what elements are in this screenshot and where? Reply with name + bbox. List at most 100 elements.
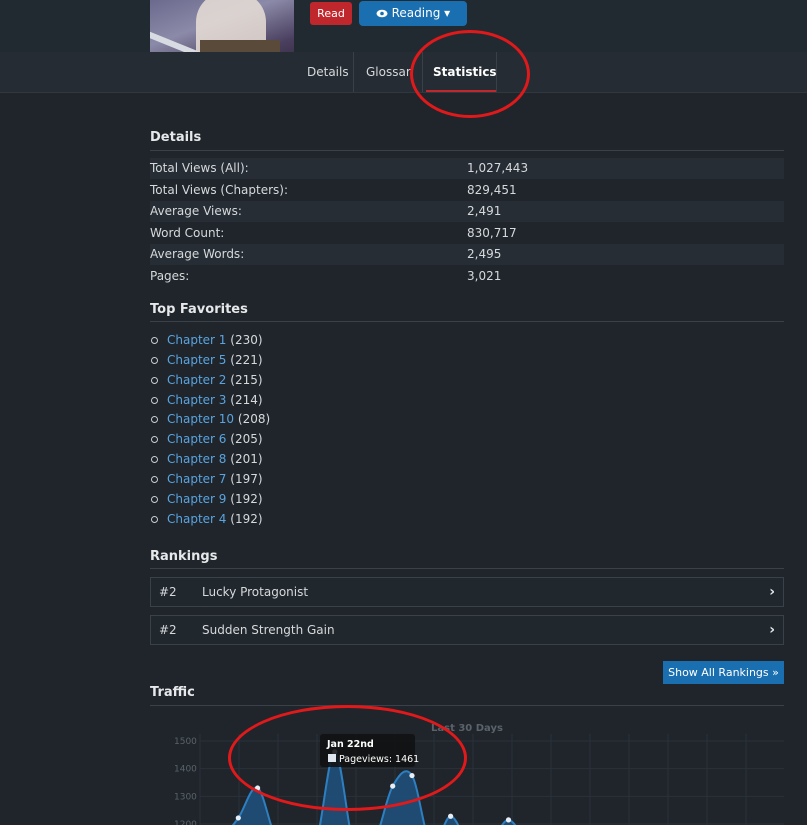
favorite-count: (192) <box>230 492 263 506</box>
chart-data-point[interactable] <box>505 817 512 823</box>
bullet-icon <box>151 376 158 384</box>
chevron-down-icon: ▾ <box>444 6 451 20</box>
stat-value: 2,491 <box>467 204 502 218</box>
stat-row: Word Count: 830,717 <box>150 223 784 244</box>
stat-value: 3,021 <box>467 269 502 283</box>
ranking-name: Lucky Protagonist <box>202 585 309 599</box>
chevron-right-icon: › <box>769 622 775 638</box>
favorite-count: (230) <box>230 333 263 347</box>
active-tab-indicator <box>426 90 496 92</box>
favorite-item: Chapter 7 (197) <box>150 469 263 489</box>
stat-label: Word Count: <box>150 226 225 240</box>
chapter-link[interactable]: Chapter 5 <box>167 353 226 367</box>
stat-value: 829,451 <box>467 183 517 197</box>
stat-label: Total Views (All): <box>150 161 249 175</box>
bullet-icon <box>151 396 158 404</box>
favorite-count: (208) <box>237 412 271 426</box>
chapter-link[interactable]: Chapter 10 <box>167 412 234 426</box>
eye-icon <box>376 6 392 20</box>
favorite-item: Chapter 8 (201) <box>150 449 263 469</box>
stat-row: Average Words: 2,495 <box>150 244 784 265</box>
stat-row: Total Views (Chapters): 829,451 <box>150 180 784 201</box>
ranking-row[interactable]: #2 Lucky Protagonist › <box>150 577 784 607</box>
stat-label: Average Words: <box>150 247 245 261</box>
favorite-count: (197) <box>230 472 263 486</box>
divider <box>150 568 784 569</box>
y-tick-label: 1200 <box>174 820 197 825</box>
chapter-link[interactable]: Chapter 8 <box>167 452 226 466</box>
chapter-link[interactable]: Chapter 9 <box>167 492 226 506</box>
favorite-item: Chapter 1 (230) <box>150 330 263 350</box>
tab-statistics[interactable]: Statistics <box>433 52 497 92</box>
tab-glossary[interactable]: Glossary <box>366 52 411 92</box>
stat-label: Pages: <box>150 269 190 283</box>
stat-label: Total Views (Chapters): <box>150 183 289 197</box>
ranking-position: #2 <box>159 623 177 637</box>
tab-divider <box>496 52 497 92</box>
y-tick-label: 1500 <box>174 737 197 747</box>
bullet-icon <box>151 415 158 423</box>
tooltip-value: Pageviews: 1461 <box>339 754 419 765</box>
chart-data-point[interactable] <box>255 785 261 791</box>
ranking-row[interactable]: #2 Sudden Strength Gain › <box>150 615 784 645</box>
chapter-link[interactable]: Chapter 4 <box>167 512 226 526</box>
chapter-link[interactable]: Chapter 6 <box>167 432 226 446</box>
divider <box>150 150 784 151</box>
read-button[interactable]: Read <box>310 2 352 25</box>
stat-value: 830,717 <box>467 226 517 240</box>
chart-subtitle: Last 30 Days <box>431 723 503 734</box>
stat-value: 2,495 <box>467 247 502 261</box>
tab-divider <box>422 52 423 92</box>
y-tick-label: 1300 <box>174 792 197 802</box>
favorite-count: (205) <box>230 432 263 446</box>
traffic-heading: Traffic <box>150 685 195 700</box>
bullet-icon <box>151 435 158 443</box>
tab-details[interactable]: Details <box>307 52 349 92</box>
divider <box>150 705 784 706</box>
rankings-heading: Rankings <box>150 549 218 564</box>
bullet-icon <box>151 495 158 503</box>
chart-data-point[interactable] <box>409 772 415 779</box>
bullet-icon <box>151 336 158 344</box>
stat-row: Total Views (All): 1,027,443 <box>150 158 784 179</box>
chart-data-point[interactable] <box>235 815 241 821</box>
chevron-right-icon: › <box>769 584 775 600</box>
reading-status-button[interactable]: Reading ▾ <box>359 1 467 26</box>
favorite-item: Chapter 9 (192) <box>150 489 263 509</box>
y-tick-label: 1400 <box>174 765 197 775</box>
details-heading: Details <box>150 130 202 145</box>
bullet-icon <box>151 515 158 523</box>
traffic-chart[interactable]: 1500 1400 1300 1200 Last 30 Days Jan 22nd P… <box>150 712 784 825</box>
chapter-link[interactable]: Chapter 1 <box>167 333 226 347</box>
favorite-item: Chapter 6 (205) <box>150 429 263 449</box>
chapter-link[interactable]: Chapter 3 <box>167 393 226 407</box>
chapter-link[interactable]: Chapter 2 <box>167 373 226 387</box>
favorite-item: Chapter 4 (192) <box>150 509 263 529</box>
chart-tooltip: Jan 22nd Pageviews: 1461 <box>320 734 419 767</box>
chapter-link[interactable]: Chapter 7 <box>167 472 226 486</box>
stat-row: Average Views: 2,491 <box>150 201 784 222</box>
favorite-count: (201) <box>230 452 263 466</box>
favorite-count: (214) <box>230 393 263 407</box>
bullet-icon <box>151 475 158 483</box>
favorite-count: (215) <box>230 373 263 387</box>
favorite-item: Chapter 3 (214) <box>150 390 263 410</box>
chart-data-point[interactable] <box>390 783 396 789</box>
stat-label: Average Views: <box>150 204 242 218</box>
favorite-item: Chapter 5 (221) <box>150 350 263 370</box>
show-all-rankings-button[interactable]: Show All Rankings » <box>663 661 784 684</box>
ranking-name: Sudden Strength Gain <box>202 623 335 637</box>
bullet-icon <box>151 356 158 364</box>
chart-data-point[interactable] <box>448 813 454 819</box>
tooltip-swatch <box>328 754 336 762</box>
ranking-position: #2 <box>159 585 177 599</box>
bullet-icon <box>151 455 158 463</box>
favorite-item: Chapter 10 (208) <box>150 409 270 429</box>
tab-divider <box>353 52 354 92</box>
stat-value: 1,027,443 <box>467 161 529 175</box>
tooltip-date: Jan 22nd <box>326 739 374 750</box>
reading-status-label: Reading <box>391 6 441 20</box>
divider <box>150 321 784 322</box>
favorite-item: Chapter 2 (215) <box>150 370 263 390</box>
favorite-count: (221) <box>230 353 263 367</box>
